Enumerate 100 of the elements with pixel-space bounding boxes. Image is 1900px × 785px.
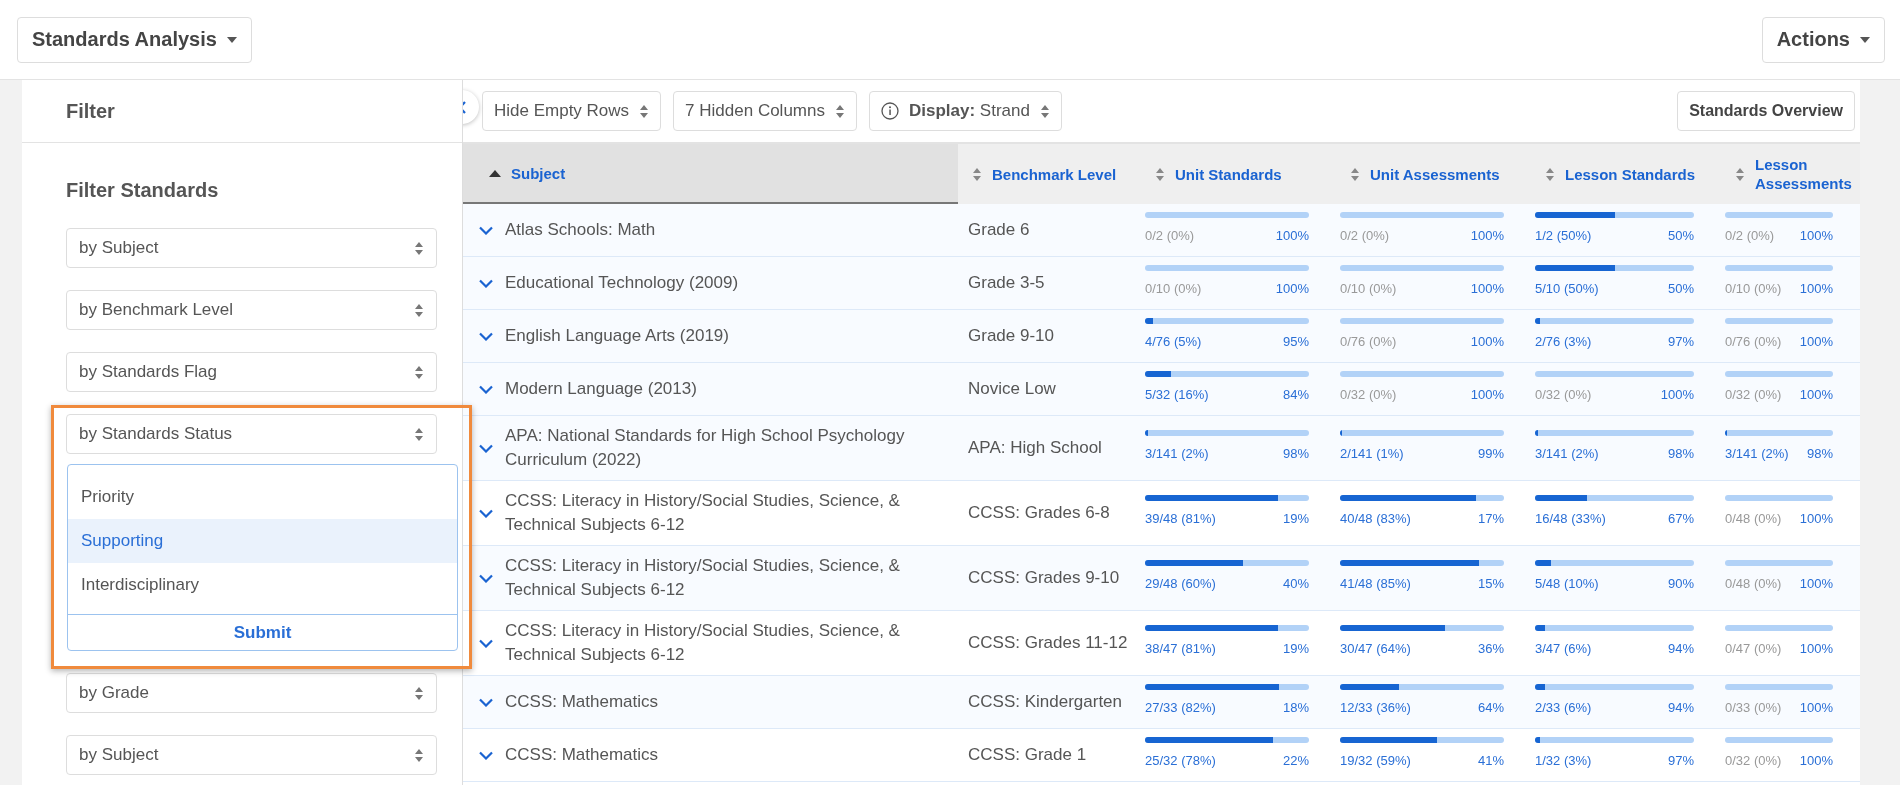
count-text: 2/76 (3%) — [1535, 333, 1592, 351]
remaining-text: 90% — [1667, 575, 1694, 593]
remaining-text: 98% — [1667, 445, 1694, 463]
count-text: 29/48 (60%) — [1145, 575, 1216, 593]
count-text: 19/32 (59%) — [1340, 752, 1411, 770]
remaining-text: 100% — [1799, 752, 1833, 770]
subject-text: CCSS: Mathematics — [505, 744, 659, 766]
benchmark-text: CCSS: Grade 1 — [968, 744, 1087, 766]
column-sort-link[interactable]: Benchmark Level — [992, 164, 1117, 184]
sort-arrows-icon — [414, 747, 424, 763]
toolbar-select[interactable]: Hide Empty Rows — [482, 91, 662, 131]
column-sort-link[interactable]: Lesson Standards — [1565, 164, 1696, 184]
sort-arrows-icon — [639, 103, 650, 119]
toolbar-select[interactable]: Display: Strand — [868, 91, 1062, 131]
filter-select[interactable]: by Benchmark Level — [66, 290, 437, 330]
count-text: 0/10 (0%) — [1340, 280, 1397, 298]
dropdown-option[interactable]: Supporting — [68, 519, 457, 563]
remaining-text: 41% — [1477, 752, 1504, 770]
submit-button[interactable]: Submit — [68, 614, 457, 650]
column-sort-link[interactable]: Subject — [511, 163, 566, 183]
column-sort-link[interactable]: Lesson Assessments — [1755, 155, 1850, 193]
count-text: 38/47 (81%) — [1145, 640, 1216, 658]
benchmark-text: Novice Low — [968, 378, 1056, 400]
sort-arrows-icon — [834, 103, 845, 119]
dropdown-option[interactable]: Interdisciplinary — [68, 563, 457, 607]
count-text: 0/32 (0%) — [1725, 752, 1782, 770]
caret-icon — [1860, 36, 1870, 43]
count-text: 39/48 (81%) — [1145, 510, 1216, 528]
remaining-text: 98% — [1282, 445, 1309, 463]
count-text: 0/32 (0%) — [1725, 386, 1782, 404]
subject-text: Modern Language (2013) — [505, 378, 697, 400]
chevron-down-icon — [479, 331, 493, 341]
sort-arrows-icon — [1350, 166, 1360, 182]
count-text: 25/32 (78%) — [1145, 752, 1216, 770]
remaining-text: 15% — [1477, 575, 1504, 593]
count-text: 5/32 (16%) — [1145, 386, 1209, 404]
filter-select[interactable]: by Subject — [66, 735, 437, 775]
count-text: 0/2 (0%) — [1340, 227, 1390, 245]
remaining-text: 50% — [1667, 280, 1694, 298]
remaining-text: 95% — [1282, 333, 1309, 351]
count-text: 3/47 (6%) — [1535, 640, 1592, 658]
count-text: 3/141 (2%) — [1725, 445, 1789, 463]
filter-select[interactable]: by Grade — [66, 673, 437, 713]
subject-text: CCSS: Literacy in History/Social Studies, Science, & Technical Subjects 6-12 — [505, 555, 901, 601]
sort-arrows-icon — [414, 302, 424, 318]
count-text: 0/47 (0%) — [1725, 640, 1782, 658]
standards-overview-button[interactable]: Standards Overview — [1677, 91, 1855, 131]
count-text: 0/48 (0%) — [1725, 510, 1782, 528]
sort-arrows-icon — [414, 364, 424, 380]
count-text: 0/32 (0%) — [1340, 386, 1397, 404]
subject-text: English Language Arts (2019) — [505, 325, 729, 347]
remaining-text: 100% — [1799, 333, 1833, 351]
sort-arrows-icon — [972, 166, 982, 182]
chevron-down-icon — [479, 225, 493, 235]
benchmark-text: Grade 9-10 — [968, 325, 1054, 347]
benchmark-text: CCSS: Grades 9-10 — [968, 567, 1120, 589]
chevron-down-icon — [479, 750, 493, 760]
subject-text: CCSS: Literacy in History/Social Studies, Science, & Technical Subjects 6-12 — [505, 620, 901, 666]
filter-select[interactable]: by Standards Flag — [66, 352, 437, 392]
count-text: 0/2 (0%) — [1725, 227, 1775, 245]
remaining-text: 100% — [1470, 333, 1504, 351]
sort-arrows-icon — [1155, 166, 1165, 182]
count-text: 0/2 (0%) — [1145, 227, 1195, 245]
count-text: 4/76 (5%) — [1145, 333, 1202, 351]
remaining-text: 22% — [1282, 752, 1309, 770]
count-text: 3/141 (2%) — [1145, 445, 1209, 463]
remaining-text: 100% — [1799, 280, 1833, 298]
report-menu-button[interactable]: Standards Analysis — [17, 16, 252, 63]
remaining-text: 17% — [1477, 510, 1504, 528]
chevron-down-icon — [479, 384, 493, 394]
count-text: 1/2 (50%) — [1535, 227, 1592, 245]
column-sort-link[interactable]: Unit Standards — [1175, 164, 1282, 184]
filter-select[interactable]: by Subject — [66, 228, 437, 268]
toolbar-select[interactable]: 7 Hidden Columns — [673, 91, 857, 131]
remaining-text: 100% — [1470, 280, 1504, 298]
remaining-text: 67% — [1667, 510, 1694, 528]
chevron-down-icon — [479, 573, 493, 583]
sort-arrows-icon — [414, 685, 424, 701]
panel-title: Filter — [66, 99, 115, 123]
remaining-text: 84% — [1282, 386, 1309, 404]
count-text: 5/48 (10%) — [1535, 575, 1599, 593]
subject-text: Atlas Schools: Math — [505, 219, 656, 241]
dropdown-option[interactable]: Priority — [68, 475, 457, 519]
column-sort-link[interactable]: Unit Assessments — [1370, 164, 1500, 184]
count-text: 0/33 (0%) — [1725, 699, 1782, 717]
remaining-text: 100% — [1799, 575, 1833, 593]
subject-text: APA: National Standards for High School Psychology Curriculum (2022) — [505, 425, 906, 471]
remaining-text: 97% — [1667, 333, 1694, 351]
subject-text: CCSS: Literacy in History/Social Studies, Science, & Technical Subjects 6-12 — [505, 490, 901, 536]
sort-ascending-icon — [489, 169, 501, 177]
filter-select[interactable]: by Standards Status — [66, 414, 437, 454]
count-text: 41/48 (85%) — [1340, 575, 1411, 593]
actions-button[interactable]: Actions — [1761, 16, 1885, 63]
count-text: 0/10 (0%) — [1725, 280, 1782, 298]
sort-arrows-icon — [1735, 166, 1745, 182]
count-text: 1/32 (3%) — [1535, 752, 1592, 770]
count-text: 2/141 (1%) — [1340, 445, 1404, 463]
count-text: 0/48 (0%) — [1725, 575, 1782, 593]
count-text: 16/48 (33%) — [1535, 510, 1606, 528]
section-heading: Filter Standards — [66, 179, 220, 202]
